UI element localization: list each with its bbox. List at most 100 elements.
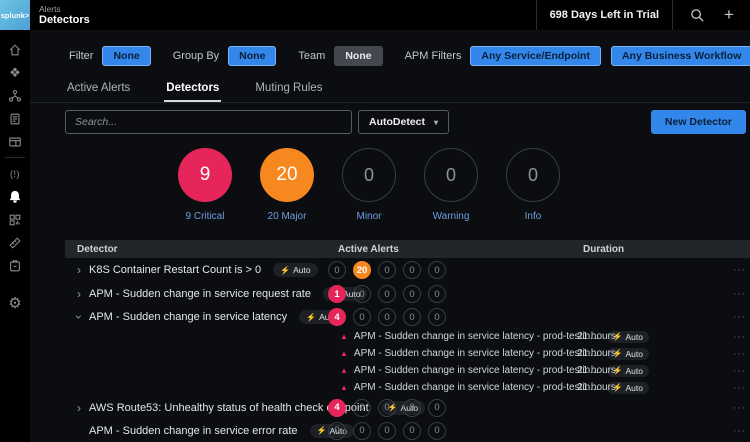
table-row[interactable]: › K8S Container Restart Count is > 0 ⚡Au… xyxy=(65,258,750,282)
search-icon[interactable] xyxy=(688,6,706,24)
detector-name[interactable]: K8S Container Restart Count is > 0 xyxy=(89,264,261,276)
row-menu-icon[interactable]: ··· xyxy=(733,289,746,300)
count-info: 0 xyxy=(428,308,446,326)
row-menu-icon[interactable]: ··· xyxy=(733,348,746,359)
count-minor: 0 xyxy=(378,261,396,279)
tab-active-alerts[interactable]: Active Alerts xyxy=(65,82,132,102)
expand-chevron-icon[interactable]: › xyxy=(73,401,85,415)
count-warning: 0 xyxy=(403,285,421,303)
filter-none-pill[interactable]: None xyxy=(102,46,150,66)
tab-bar: Active Alerts Detectors Muting Rules xyxy=(30,77,750,103)
dashboards-icon[interactable] xyxy=(0,132,30,152)
column-detector: Detector xyxy=(65,244,118,255)
detector-name[interactable]: APM - Sudden change in service request r… xyxy=(89,288,311,300)
detector-name[interactable]: AWS Route53: Unhealthy status of health … xyxy=(89,402,369,414)
info-count-circle[interactable]: 0 xyxy=(506,148,560,202)
tab-muting-rules[interactable]: Muting Rules xyxy=(253,82,324,102)
table-row[interactable]: APM - Sudden change in service error rat… xyxy=(65,419,750,442)
bolt-icon: ⚡ xyxy=(317,426,327,435)
row-menu-icon[interactable]: ··· xyxy=(733,265,746,276)
sidebar-nav: ❖ (!) ⚙ xyxy=(0,30,30,442)
group-by-label: Group By xyxy=(173,50,219,62)
critical-label[interactable]: 9 Critical xyxy=(177,211,233,222)
warning-label[interactable]: Warning xyxy=(423,211,479,222)
detectors-table: Detector Active Alerts Duration › K8S Co… xyxy=(65,240,750,442)
count-minor: 0 xyxy=(378,399,396,417)
alert-name[interactable]: APM - Sudden change in service latency -… xyxy=(354,365,599,376)
count-critical: 0 xyxy=(328,422,346,440)
alert-count-pills: 1 0 0 0 0 xyxy=(328,285,446,303)
auto-badge: ⚡Auto xyxy=(273,263,317,277)
count-critical: 1 xyxy=(328,285,346,303)
search-input[interactable] xyxy=(65,110,352,134)
severity-warning: 0 Warning xyxy=(423,148,479,222)
count-major: 0 xyxy=(353,422,371,440)
bolt-icon: ⚡ xyxy=(280,266,290,275)
table-row[interactable]: › AWS Route53: Unhealthy status of healt… xyxy=(65,396,750,419)
tab-detectors[interactable]: Detectors xyxy=(164,82,221,102)
apm-ruler-icon[interactable] xyxy=(0,233,30,253)
alert-sub-row[interactable]: ▲ APM - Sudden change in service latency… xyxy=(65,328,750,345)
splunk-logo[interactable]: splunk> xyxy=(0,0,30,30)
alert-name[interactable]: APM - Sudden change in service latency -… xyxy=(354,331,599,342)
detector-name[interactable]: APM - Sudden change in service error rat… xyxy=(89,425,298,437)
severity-summary: 9 9 Critical 20 20 Major 0 Minor 0 Warni… xyxy=(177,148,561,222)
home-icon[interactable] xyxy=(0,40,30,60)
critical-triangle-icon: ▲ xyxy=(340,332,348,341)
major-count-circle[interactable]: 20 xyxy=(260,148,314,202)
filter-label: Filter xyxy=(69,50,93,62)
count-critical: 4 xyxy=(328,308,346,326)
major-label[interactable]: 20 Major xyxy=(259,211,315,222)
alert-sub-row[interactable]: ▲ APM - Sudden change in service latency… xyxy=(65,345,750,362)
topology-icon[interactable] xyxy=(0,86,30,106)
row-menu-icon[interactable]: ··· xyxy=(733,402,746,413)
warning-count-circle[interactable]: 0 xyxy=(424,148,478,202)
filter-bar: Filter None Group By None Team None APM … xyxy=(69,46,750,66)
autodetect-dropdown[interactable]: AutoDetect ▾ xyxy=(358,110,449,134)
table-header: Detector Active Alerts Duration xyxy=(65,240,750,258)
apm-service-endpoint-pill[interactable]: Any Service/Endpoint xyxy=(470,46,601,66)
minor-label[interactable]: Minor xyxy=(341,211,397,222)
alert-count-pills: 0 0 0 0 0 xyxy=(328,422,446,440)
column-duration: Duration xyxy=(583,244,624,255)
row-menu-icon[interactable]: ··· xyxy=(733,425,746,436)
alert-name[interactable]: APM - Sudden change in service latency -… xyxy=(354,382,599,393)
bolt-icon: ⚡ xyxy=(306,313,316,322)
count-critical: 4 xyxy=(328,399,346,417)
alert-sub-row[interactable]: ▲ APM - Sudden change in service latency… xyxy=(65,362,750,379)
alert-duration: 21 hours xyxy=(577,382,616,393)
detector-name[interactable]: APM - Sudden change in service latency xyxy=(89,311,287,323)
expand-chevron-icon[interactable]: › xyxy=(73,263,85,277)
row-menu-icon[interactable]: ··· xyxy=(733,365,746,376)
add-icon[interactable]: + xyxy=(720,6,738,24)
count-warning: 0 xyxy=(403,399,421,417)
minor-count-circle[interactable]: 0 xyxy=(342,148,396,202)
info-label[interactable]: Info xyxy=(505,211,561,222)
table-row[interactable]: › APM - Sudden change in service request… xyxy=(65,282,750,306)
collapse-chevron-icon[interactable]: › xyxy=(72,311,86,323)
group-by-none-pill[interactable]: None xyxy=(228,46,276,66)
incidents-icon[interactable]: (!) xyxy=(0,164,30,184)
metrics-icon[interactable] xyxy=(0,210,30,230)
table-row[interactable]: › APM - Sudden change in service latency… xyxy=(65,306,750,328)
alert-name[interactable]: APM - Sudden change in service latency -… xyxy=(354,348,599,359)
alert-duration: 21 hours xyxy=(577,331,616,342)
alert-sub-row[interactable]: ▲ APM - Sudden change in service latency… xyxy=(65,379,750,396)
count-critical: 0 xyxy=(328,261,346,279)
row-menu-icon[interactable]: ··· xyxy=(733,331,746,342)
sidebar-divider xyxy=(5,157,25,158)
apm-business-workflow-pill[interactable]: Any Business Workflow xyxy=(611,46,750,66)
expand-chevron-icon[interactable]: › xyxy=(73,287,85,301)
team-none-pill[interactable]: None xyxy=(334,46,382,66)
row-menu-icon[interactable]: ··· xyxy=(733,312,746,323)
settings-gear-icon[interactable]: ⚙ xyxy=(0,293,30,313)
count-minor: 0 xyxy=(378,422,396,440)
log-observer-icon[interactable] xyxy=(0,109,30,129)
count-major: 20 xyxy=(353,261,371,279)
critical-count-circle[interactable]: 9 xyxy=(178,148,232,202)
alerts-bell-icon[interactable] xyxy=(0,187,30,207)
synthetics-icon[interactable] xyxy=(0,256,30,276)
row-menu-icon[interactable]: ··· xyxy=(733,382,746,393)
navigator-icon[interactable]: ❖ xyxy=(0,63,30,83)
new-detector-button[interactable]: New Detector xyxy=(651,110,746,134)
